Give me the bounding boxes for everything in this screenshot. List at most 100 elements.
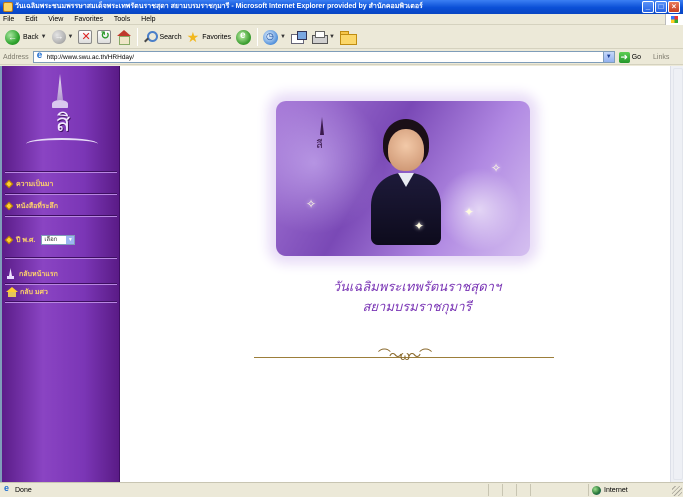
address-label: Address <box>3 53 29 61</box>
emblem-monogram: สิ <box>55 109 71 137</box>
web-page-viewport: สิ ความเป็นมา หนังสือที่ระลึก ปี พ.ศ. เล… <box>0 66 670 482</box>
sidebar-divider <box>5 171 117 173</box>
sidebar-divider <box>5 301 117 303</box>
refresh-icon <box>97 29 112 44</box>
sidebar-item-memorial-book[interactable]: หนังสือที่ระลึก <box>4 200 58 212</box>
menu-tools[interactable]: Tools <box>114 16 130 23</box>
folder-icon <box>339 30 357 45</box>
mail-button[interactable] <box>289 28 309 47</box>
favorites-button[interactable]: ★ Favorites <box>185 28 233 47</box>
back-button[interactable]: ← Back ▼ <box>3 28 49 47</box>
year-select-box[interactable]: เลือก ▼ <box>41 235 76 245</box>
toolbar-separator <box>137 28 139 46</box>
menu-edit[interactable]: Edit <box>25 16 37 23</box>
princess-portrait-banner: ✦ ✦ ✧ ✧ <box>276 101 530 256</box>
sidebar-item-year[interactable]: ปี พ.ศ. เลือก ▼ <box>4 234 76 246</box>
windows-flag-icon <box>671 16 678 23</box>
sidebar-item-label: หนังสือที่ระลึก <box>16 202 58 210</box>
folder-button[interactable] <box>338 28 358 47</box>
page-ie-icon <box>36 50 45 62</box>
history-button[interactable]: ▼ <box>261 28 288 47</box>
sparkle-icon: ✦ <box>464 205 475 219</box>
menu-help[interactable]: Help <box>141 16 155 23</box>
resize-grip-icon[interactable] <box>672 486 682 496</box>
sidebar-divider <box>5 215 117 217</box>
sidebar-divider <box>5 257 117 259</box>
status-pane <box>530 484 544 496</box>
links-button[interactable]: Links <box>653 54 669 61</box>
emblem-small-icon <box>6 268 15 280</box>
year-select-value: เลือก <box>44 237 58 243</box>
status-pane <box>502 484 516 496</box>
caption-line-1: วันเฉลิมพระเทพรัตนราชสุดาฯ <box>332 280 502 295</box>
search-button[interactable]: Search <box>141 28 183 47</box>
zone-label: Internet <box>604 486 628 494</box>
ornamental-divider: ⌒〜ω〜⌒ <box>254 349 554 363</box>
sidebar-item-label: ความเป็นมา <box>16 180 54 188</box>
royal-emblem: สิ <box>22 74 102 164</box>
scroll-ornament-icon: ⌒〜ω〜⌒ <box>377 348 432 363</box>
print-dropdown-icon[interactable]: ▼ <box>329 34 335 40</box>
close-button[interactable]: × <box>668 1 680 13</box>
portrait-face <box>388 129 424 171</box>
address-input[interactable]: http://www.swu.ac.th/HRHday/ ▼ <box>32 50 615 63</box>
menubar: File Edit View Favorites Tools Help <box>0 14 683 25</box>
search-icon <box>143 30 159 44</box>
sidebar-divider <box>5 193 117 195</box>
history-icon <box>263 29 279 45</box>
menu-view[interactable]: View <box>48 16 63 23</box>
print-button[interactable]: ▼ <box>310 28 337 47</box>
search-label: Search <box>159 33 182 41</box>
window-controls: _ □ × <box>642 1 680 13</box>
mail-icon <box>290 30 307 44</box>
window-titlebar[interactable]: วันเฉลิมพระชนมพรรษาสมเด็จพระเทพรัตนราชสุ… <box>0 0 683 14</box>
internet-globe-icon <box>592 485 601 495</box>
minimize-button[interactable]: _ <box>642 1 654 13</box>
forward-button[interactable]: → ▼ <box>50 28 76 47</box>
diamond-bullet-icon <box>4 201 14 211</box>
sidebar-item-back-swu[interactable]: กลับ มศว <box>6 286 48 298</box>
sidebar-item-label: กลับหน้าแรก <box>19 270 58 278</box>
address-url[interactable]: http://www.swu.ac.th/HRHday/ <box>47 54 134 61</box>
forward-arrow-icon: → <box>51 30 66 44</box>
sidebar-item-home[interactable]: กลับหน้าแรก <box>6 268 58 280</box>
sparkle-icon: ✧ <box>491 161 502 175</box>
status-pane <box>488 484 502 496</box>
sidebar-item-label: กลับ มศว <box>20 288 48 296</box>
sidebar-divider <box>5 283 117 285</box>
vertical-scrollbar[interactable] <box>670 66 683 482</box>
window-app-icon <box>3 2 13 12</box>
refresh-button[interactable] <box>95 28 113 47</box>
media-icon <box>236 29 252 45</box>
status-pane <box>516 484 530 496</box>
media-button[interactable] <box>234 28 253 47</box>
home-button[interactable] <box>114 28 133 47</box>
emblem-crown-icon <box>57 74 63 100</box>
toolbar: ← Back ▼ → ▼ Search ★ Favorites ▼ ▼ <box>0 26 683 49</box>
security-zone[interactable]: Internet <box>588 484 628 496</box>
sidebar-item-label: ปี พ.ศ. <box>16 236 36 244</box>
year-select[interactable]: เลือก ▼ <box>41 235 76 245</box>
stop-button[interactable] <box>76 28 94 47</box>
sidebar-nav: สิ ความเป็นมา หนังสือที่ระลึก ปี พ.ศ. เล… <box>2 66 120 482</box>
forward-dropdown-icon[interactable]: ▼ <box>68 34 74 40</box>
printer-icon <box>311 30 328 44</box>
caption-line-2: สยามบรมราชกุมารี <box>362 300 472 315</box>
roof-icon <box>6 287 18 297</box>
favorites-label: Favorites <box>202 33 232 41</box>
maximize-button[interactable]: □ <box>655 1 667 13</box>
year-select-dropdown-icon[interactable]: ▼ <box>66 236 75 244</box>
sidebar-item-history[interactable]: ความเป็นมา <box>4 178 54 190</box>
sparkle-icon: ✦ <box>414 219 425 233</box>
menu-favorites[interactable]: Favorites <box>74 16 103 23</box>
history-dropdown-icon[interactable]: ▼ <box>280 34 286 40</box>
windows-logo <box>665 14 683 25</box>
address-dropdown-icon[interactable]: ▼ <box>602 52 614 62</box>
status-page-icon <box>3 483 12 495</box>
back-dropdown-icon[interactable]: ▼ <box>41 34 47 40</box>
diamond-bullet-icon <box>4 179 14 189</box>
go-button[interactable]: ➜ Go <box>618 51 641 63</box>
menu-file[interactable]: File <box>3 16 14 23</box>
diamond-bullet-icon <box>4 235 14 245</box>
toolbar-separator <box>257 28 259 46</box>
